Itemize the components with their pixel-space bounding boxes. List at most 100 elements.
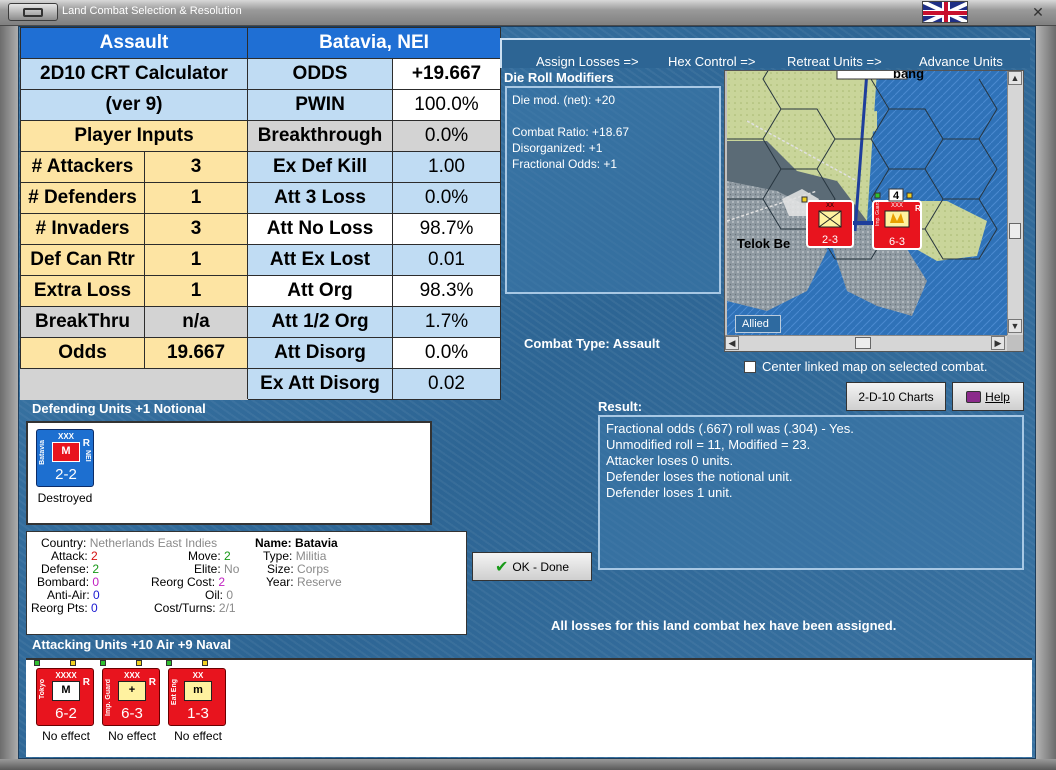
map-vertical-scrollbar[interactable]: ▲ ▼ <box>1007 71 1023 335</box>
help-button[interactable]: Help <box>952 382 1024 411</box>
die-roll-line <box>512 108 714 124</box>
phase-advance-units[interactable]: Advance Units <box>919 54 1003 69</box>
all-losses-message: All losses for this land combat hex have… <box>551 618 897 633</box>
move-value: 2 <box>224 549 231 563</box>
crt-result-value: 1.7% <box>392 306 501 338</box>
unit-strength: 2-2 <box>55 466 77 483</box>
country-value: Netherlands East Indies <box>89 536 218 550</box>
map-label-town: Telok Be <box>737 236 790 251</box>
ok-done-button[interactable]: ✔ OK - Done <box>472 552 592 581</box>
unit-pip <box>202 660 208 666</box>
window-bottom-frame <box>0 759 1056 770</box>
center-map-checkbox[interactable] <box>744 360 756 373</box>
unit-symbol: + <box>128 684 136 696</box>
ok-done-label: OK - Done <box>512 559 570 574</box>
unit-pip <box>100 660 106 666</box>
map-unit-counter[interactable]: XX 2-3 <box>801 196 854 248</box>
crt-result-label: Att Disorg <box>247 337 393 369</box>
elite-label: Elite: <box>194 562 221 576</box>
allied-tab[interactable]: Allied <box>735 315 781 333</box>
crt-input-value[interactable]: 3 <box>144 151 248 183</box>
attacking-units-title: Attacking Units +10 Air +9 Naval <box>32 637 231 652</box>
scroll-left-icon[interactable]: ◀ <box>725 336 739 350</box>
combat-type-value: Assault <box>612 336 660 351</box>
map-vscroll-thumb[interactable] <box>1009 223 1021 239</box>
center-map-label: Center linked map on selected combat. <box>762 359 988 374</box>
attacking-unit-caption: No effect <box>174 729 222 743</box>
charts-button[interactable]: 2-D-10 Charts <box>846 382 946 411</box>
scroll-up-icon[interactable]: ▲ <box>1008 71 1022 85</box>
crt-input-value[interactable]: 3 <box>144 213 248 245</box>
infantry-symbol-icon: M <box>52 681 80 701</box>
phase-retreat-units[interactable]: Retreat Units => <box>787 54 882 69</box>
crt-input-value[interactable]: 1 <box>144 182 248 214</box>
crt-input-value[interactable]: 1 <box>144 244 248 276</box>
crt-input-label: Extra Loss <box>20 275 145 307</box>
die-roll-line: Fractional Odds: +1 <box>512 157 618 171</box>
size-label: Size: <box>267 562 294 576</box>
die-roll-line: Die mod. (net): +20 <box>512 93 616 107</box>
phase-hex-control[interactable]: Hex Control => <box>668 54 755 69</box>
combat-type-label: Combat Type: <box>524 336 610 351</box>
attacking-unit-counter[interactable]: XX Eat Eng m 1-3 <box>168 668 226 726</box>
antiair-label: Anti-Air: <box>47 588 90 602</box>
map-horizontal-scrollbar[interactable]: ◀ ▶ <box>725 335 1007 351</box>
scroll-down-icon[interactable]: ▼ <box>1008 319 1022 333</box>
phase-assign-losses[interactable]: Assign Losses => <box>536 54 639 69</box>
year-label: Year: <box>266 575 294 589</box>
guard-infantry-symbol-icon: + <box>118 681 146 701</box>
crt-input-value[interactable]: 1 <box>144 275 248 307</box>
name-label: Name: <box>255 536 292 550</box>
map-hscroll-thumb[interactable] <box>855 337 871 349</box>
attacking-unit-counter[interactable]: XXX Imp. Guard R + 6-3 <box>102 668 160 726</box>
result-line: Attacker loses 0 units. <box>606 453 734 468</box>
unit-pip <box>70 660 76 666</box>
attacking-units-box: XXXX Tokyo R M 6-2 No effect XXX Imp. Gu… <box>26 658 1032 757</box>
die-roll-line: Disorganized: +1 <box>512 141 603 155</box>
unit-tag: R <box>148 677 156 688</box>
unit-strength: 6-3 <box>121 705 143 722</box>
crt-result-label: ODDS <box>247 58 393 90</box>
map-unit-strength: 6-3 <box>889 236 905 248</box>
help-book-icon <box>966 390 982 403</box>
type-label: Type: <box>263 549 293 563</box>
map-stack-count: 4 <box>893 190 900 202</box>
unit-strength: 1-3 <box>187 705 209 722</box>
crt-result-value: 0.0% <box>392 337 501 369</box>
crt-result-label: Att 3 Loss <box>247 182 393 214</box>
crt-result-label: Ex Att Disorg <box>247 368 393 400</box>
defending-unit-counter[interactable]: XXX Batavia R NEI M 2-2 <box>36 429 94 487</box>
linked-map[interactable]: bang Telok Be XX 2-3 XXX R Imp. Guard 6-… <box>724 70 1024 352</box>
center-map-option[interactable]: Center linked map on selected combat. <box>744 359 987 374</box>
crt-result-label: Att 1/2 Org <box>247 306 393 338</box>
crt-result-value: 1.00 <box>392 151 501 183</box>
map-canvas[interactable]: bang Telok Be XX 2-3 XXX R Imp. Guard 6-… <box>727 71 1007 335</box>
phase-strip: Assign Losses => Hex Control => Retreat … <box>500 38 1030 69</box>
result-line: Defender loses 1 unit. <box>606 485 733 500</box>
crt-result-value: 0.02 <box>392 368 501 400</box>
window-title: Land Combat Selection & Resolution <box>62 5 242 17</box>
crt-empty-cell <box>20 368 248 400</box>
crt-input-label: BreakThru <box>20 306 145 338</box>
unit-side: Batavia <box>39 440 46 465</box>
unit-symbol: M <box>61 445 71 457</box>
crt-calc-title: 2D10 CRT Calculator <box>20 58 248 90</box>
name-value: Batavia <box>295 536 338 550</box>
unit-pip <box>136 660 142 666</box>
unit-symbol: M <box>61 684 71 696</box>
window-menu-button[interactable] <box>8 3 58 21</box>
map-unit-tag: R <box>915 204 921 213</box>
unit-details-box: Country: Netherlands East Indies Attack:… <box>26 531 467 635</box>
checkmark-icon: ✔ <box>494 558 509 576</box>
attacking-unit-counter[interactable]: XXXX Tokyo R M 6-2 <box>36 668 94 726</box>
costturns-label: Cost/Turns: <box>154 601 216 615</box>
crt-result-value: 0.0% <box>392 120 501 152</box>
scroll-right-icon[interactable]: ▶ <box>991 336 1005 350</box>
crt-input-label: # Defenders <box>20 182 145 214</box>
crt-header-combat-type: Assault <box>20 27 248 59</box>
close-icon[interactable]: ✕ <box>1030 4 1046 20</box>
result-line: Defender loses the notional unit. <box>606 469 793 484</box>
attack-label: Attack: <box>51 549 88 563</box>
crt-input-value: 19.667 <box>144 337 248 369</box>
unit-side: Eat Eng <box>171 679 178 706</box>
